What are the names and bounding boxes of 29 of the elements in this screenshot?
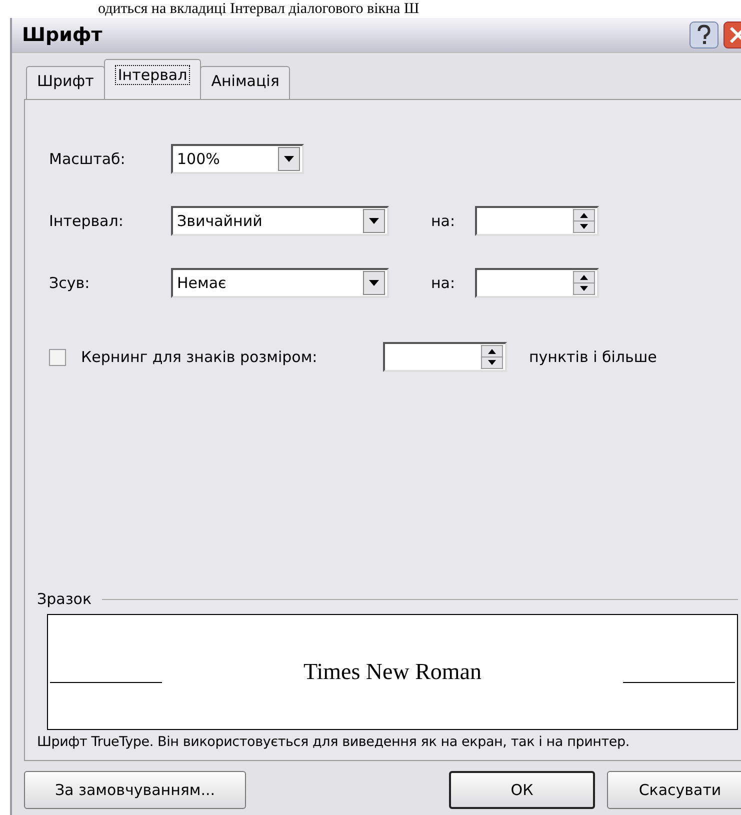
spin-field[interactable] [475, 206, 599, 236]
field-label: пунктів і більше [529, 348, 657, 366]
tab[interactable]: Шрифт [26, 66, 105, 99]
document-text: одиться на вкладиці Інтервал діалогового вікна Ш [97, 0, 420, 18]
tab[interactable]: Анімація [200, 66, 290, 99]
field-label: на: [431, 274, 456, 292]
font-description: Шрифт TrueType. Він використовується для виведення як на екран, так і на принтер. [37, 734, 630, 750]
defaults-button[interactable]: За замовчуванням... [24, 771, 246, 809]
scale-dropdown[interactable]: 100% [171, 144, 304, 174]
field-label: Масштаб: [48, 150, 126, 168]
dropdown[interactable]: Звичайний [171, 206, 389, 236]
dialog-button[interactable]: ОК [449, 771, 595, 809]
checkbox[interactable] [49, 348, 66, 366]
checkbox-label[interactable]: Кернинг для знаків розміром: [81, 348, 383, 366]
dialog-button[interactable]: Скасувати [607, 771, 741, 809]
spinner-arrows-icon[interactable] [481, 345, 503, 369]
help-icon[interactable] [689, 21, 719, 49]
group-label: Зразок [37, 590, 92, 608]
spinner-arrows-icon[interactable] [573, 209, 595, 233]
field-label: Зсув: [48, 274, 91, 292]
sample-text: Times New Roman [303, 659, 482, 685]
dropdown[interactable]: Немає [171, 268, 389, 298]
tab[interactable]: Інтервал [104, 59, 202, 99]
spin-field[interactable] [475, 268, 599, 298]
field-label: Інтервал: [48, 212, 124, 230]
spin-field[interactable] [383, 342, 507, 372]
window-title: Шрифт [22, 24, 104, 46]
field-label: на: [431, 212, 456, 230]
spinner-arrows-icon[interactable] [573, 271, 595, 295]
